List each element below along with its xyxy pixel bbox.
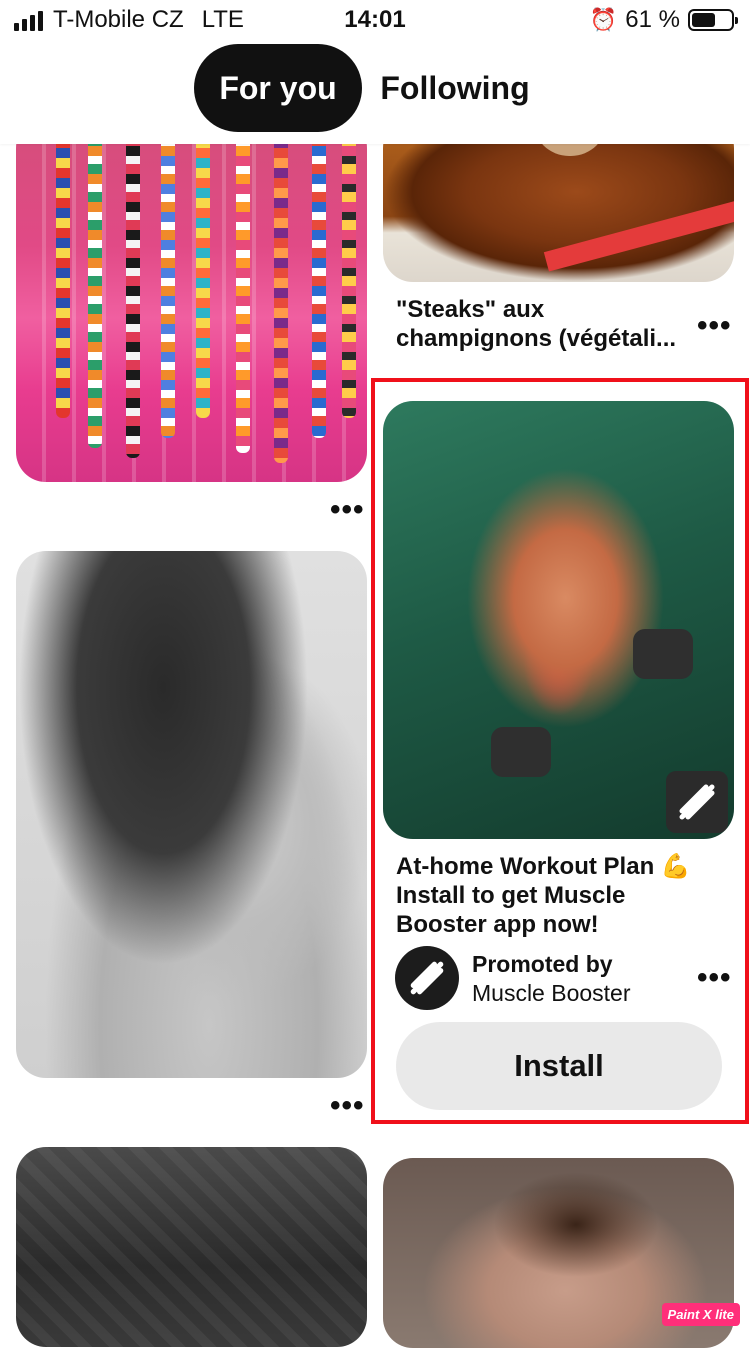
pin-caption[interactable]: "Steaks" aux champignons (végétali... [396,295,692,353]
battery-percent: 61 % [625,6,680,33]
dumbbell-shape [633,629,693,679]
ad-image-workout[interactable] [383,401,734,839]
advertiser-name[interactable]: Muscle Booster [472,980,631,1007]
more-options-icon[interactable]: ••• [330,495,365,525]
advertiser-logo-icon[interactable] [395,946,459,1010]
feed-header: For you Following [0,44,750,144]
more-options-icon[interactable]: ••• [697,311,732,341]
promoted-label: Promoted by [472,951,613,977]
app-badge-icon [666,771,728,833]
pin-image-portrait[interactable] [16,551,367,1078]
ad-title[interactable]: At-home Workout Plan 💪 Install to get Mu… [396,852,716,939]
status-bar: T-Mobile CZ LTE 14:01 ⏰ 61 % [0,0,750,44]
battery-icon [688,9,738,31]
pin-image-bracelets[interactable] [16,118,367,482]
dumbbell-shape [491,727,551,777]
alarm-icon: ⏰ [589,7,618,32]
install-button[interactable]: Install [396,1022,722,1110]
watermark-badge: Paint X lite [661,1303,740,1326]
plate-stripe [543,200,734,272]
pin-image-bags[interactable] [16,1147,367,1347]
more-options-icon[interactable]: ••• [330,1091,365,1121]
more-options-icon[interactable]: ••• [697,963,732,993]
tab-for-you[interactable]: For you [194,44,362,132]
tab-following[interactable]: Following [372,44,538,132]
status-right: ⏰ 61 % [589,6,738,34]
